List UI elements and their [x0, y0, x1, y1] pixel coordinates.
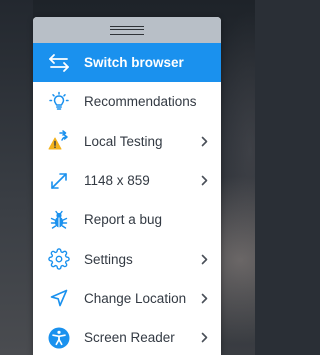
menu-item-label: Change Location	[84, 290, 187, 306]
resize-arrows-icon	[48, 170, 70, 192]
menu-item-settings[interactable]: Settings	[33, 239, 221, 278]
drag-handle[interactable]	[33, 17, 221, 43]
menu-item-label: Screen Reader	[84, 330, 175, 346]
gear-icon	[48, 248, 70, 270]
menu-item-switch-browser[interactable]: Switch browser	[33, 43, 221, 83]
menu-item-change-location[interactable]: Change Location	[33, 279, 221, 318]
chevron-right-icon	[199, 292, 209, 304]
accessibility-icon	[48, 327, 70, 349]
menu-item-label: 1148 x 859	[84, 173, 150, 189]
chevron-right-icon	[199, 253, 209, 265]
bug-icon	[48, 209, 70, 231]
chevron-right-icon	[199, 332, 209, 344]
menu-item-label: Recommendations	[84, 94, 197, 110]
chevron-right-icon	[199, 135, 209, 147]
chevron-right-icon	[199, 175, 209, 187]
location-arrow-icon	[48, 287, 70, 309]
menu-item-label: Settings	[84, 251, 133, 267]
toolbar-menu-panel: Switch browser Recommendations Local Tes…	[33, 17, 221, 355]
grip-lines-icon	[110, 25, 144, 35]
menu-item-label: Switch browser	[84, 55, 184, 71]
menu-item-screen-reader[interactable]: Screen Reader	[33, 318, 221, 355]
menu-item-label: Local Testing	[84, 133, 163, 149]
background-left-edge	[0, 0, 33, 355]
switch-arrows-icon	[48, 52, 70, 74]
lightbulb-icon	[48, 91, 70, 113]
menu-item-recommendations[interactable]: Recommendations	[33, 82, 221, 121]
menu-item-resolution[interactable]: 1148 x 859	[33, 161, 221, 200]
menu-item-label: Report a bug	[84, 212, 163, 228]
toolbar-menu: Switch browser Recommendations Local Tes…	[33, 43, 221, 355]
menu-item-report-bug[interactable]: Report a bug	[33, 200, 221, 239]
local-testing-warning-icon	[48, 130, 70, 152]
menu-item-local-testing[interactable]: Local Testing	[33, 122, 221, 161]
